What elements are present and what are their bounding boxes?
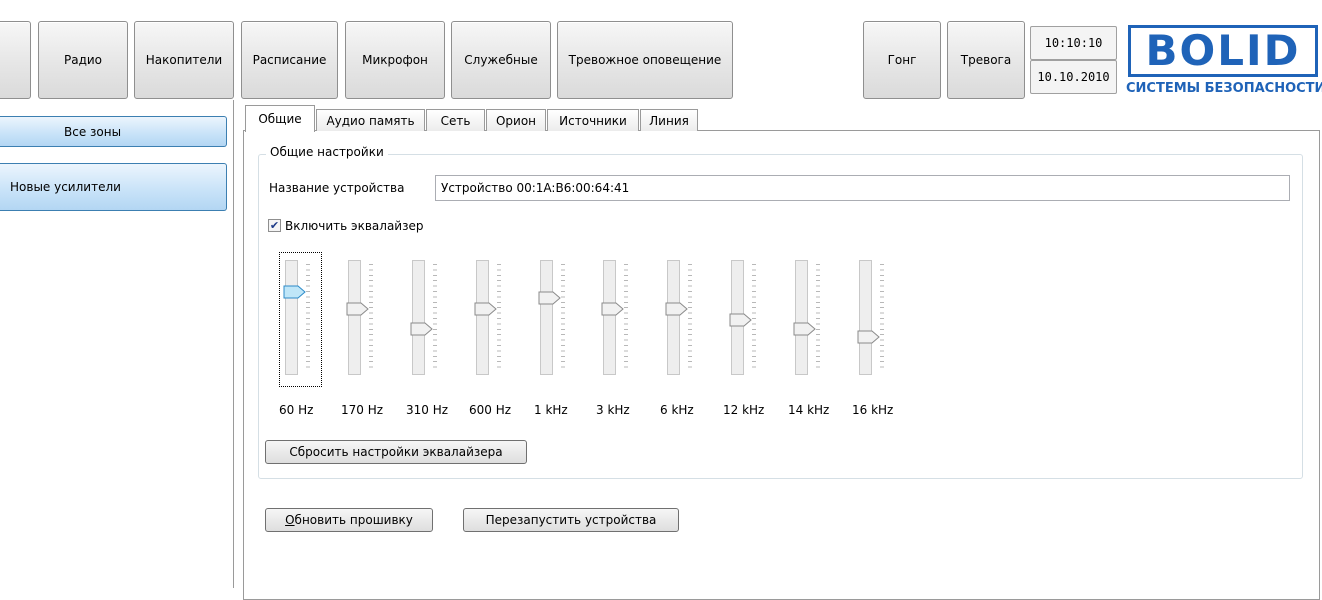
equalizer-checkbox-label: Включить эквалайзер — [285, 219, 424, 233]
bolid-logo: BOLID СИСТЕМЫ БЕЗОПАСНОСТИ — [1122, 21, 1322, 99]
eq-band-label: 6 kHz — [660, 403, 694, 417]
tab-line[interactable]: Линия — [640, 109, 698, 131]
device-name-value: Устройство 00:1A:B6:00:64:41 — [441, 181, 630, 195]
eq-slider-thumb[interactable] — [346, 302, 370, 316]
reset-equalizer-button[interactable]: Сбросить настройки эквалайзера — [265, 440, 527, 464]
clock-date: 10.10.2010 — [1030, 60, 1117, 94]
eq-slider-track[interactable] — [285, 260, 298, 375]
eq-slider-track[interactable] — [667, 260, 680, 375]
toolbar-tab-storage[interactable]: Накопители — [134, 21, 234, 99]
update-firmware-label: Обновить прошивку — [285, 513, 413, 527]
toolbar-tab-microphone[interactable]: Микрофон — [345, 21, 445, 99]
eq-slider-track[interactable] — [412, 260, 425, 375]
eq-slider-ticks — [880, 264, 884, 372]
zone-new-amplifiers-label: Новые усилители — [10, 180, 121, 194]
toolbar-tab-radio[interactable]: Радио — [38, 21, 128, 99]
zone-all-label: Все зоны — [64, 124, 122, 139]
toolbar-button-left-edge[interactable] — [0, 21, 31, 99]
eq-slider-track[interactable] — [476, 260, 489, 375]
toolbar-tab-schedule[interactable]: Расписание — [241, 21, 338, 99]
eq-slider-track[interactable] — [348, 260, 361, 375]
eq-band-label: 16 kHz — [852, 403, 894, 417]
eq-slider-track[interactable] — [795, 260, 808, 375]
update-firmware-button[interactable]: Обновить прошивку — [265, 508, 433, 532]
clock-time: 10:10:10 — [1030, 26, 1117, 60]
eq-slider-ticks — [433, 264, 437, 372]
eq-slider-ticks — [688, 264, 692, 372]
eq-slider-ticks — [816, 264, 820, 372]
alarm-button[interactable]: Тревога — [947, 21, 1025, 99]
eq-slider-ticks — [369, 264, 373, 372]
eq-slider-track[interactable] — [859, 260, 872, 375]
restart-devices-button[interactable]: Перезапустить устройства — [463, 508, 679, 532]
eq-band-label: 310 Hz — [406, 403, 449, 417]
eq-band-label: 14 kHz — [788, 403, 830, 417]
gong-button[interactable]: Гонг — [863, 21, 941, 99]
general-settings-title: Общие настройки — [266, 145, 388, 159]
eq-slider-thumb[interactable] — [793, 322, 817, 336]
eq-slider-thumb[interactable] — [410, 322, 434, 336]
eq-band-label: 170 Hz — [341, 403, 384, 417]
device-name-input[interactable]: Устройство 00:1A:B6:00:64:41 — [435, 175, 1290, 201]
brand-name: BOLID — [1145, 26, 1301, 75]
eq-slider-thumb[interactable] — [538, 291, 562, 305]
tab-sources[interactable]: Источники — [547, 109, 639, 131]
eq-slider-thumb[interactable] — [474, 302, 498, 316]
tab-general[interactable]: Общие — [245, 105, 315, 132]
toolbar-tab-service[interactable]: Служебные — [451, 21, 551, 99]
device-name-label: Название устройства — [269, 181, 405, 195]
eq-band-label: 60 Hz — [279, 403, 314, 417]
checkmark-icon: ✔ — [269, 219, 280, 232]
tab-audio-memory[interactable]: Аудио память — [316, 109, 425, 131]
eq-band-label: 600 Hz — [469, 403, 512, 417]
eq-slider-thumb[interactable] — [601, 302, 625, 316]
zone-all-button[interactable]: Все зоны — [0, 116, 227, 147]
eq-slider-thumb[interactable] — [283, 285, 307, 299]
eq-slider-ticks — [306, 264, 310, 372]
eq-slider-thumb[interactable] — [665, 302, 689, 316]
equalizer-checkbox[interactable]: ✔ — [268, 219, 281, 232]
update-firmware-mnemonic: О — [285, 513, 295, 527]
eq-band-label: 12 kHz — [723, 403, 765, 417]
toolbar-tab-alarm-notification[interactable]: Тревожное оповещение — [557, 21, 733, 99]
eq-slider-thumb[interactable] — [729, 313, 753, 327]
eq-slider-track[interactable] — [540, 260, 553, 375]
tab-orion[interactable]: Орион — [486, 109, 546, 131]
eq-slider-track[interactable] — [603, 260, 616, 375]
eq-band-label: 3 kHz — [596, 403, 630, 417]
eq-slider-thumb[interactable] — [857, 330, 881, 344]
eq-band-label: 1 kHz — [534, 403, 568, 417]
eq-slider-ticks — [624, 264, 628, 372]
eq-slider-ticks — [497, 264, 501, 372]
brand-tagline: СИСТЕМЫ БЕЗОПАСНОСТИ — [1126, 81, 1322, 96]
sidebar-divider — [233, 100, 234, 588]
eq-slider-ticks — [561, 264, 565, 372]
tab-network[interactable]: Сеть — [426, 109, 485, 131]
zone-new-amplifiers-button[interactable]: Новые усилители — [0, 163, 227, 211]
update-firmware-rest: бновить прошивку — [294, 513, 413, 527]
